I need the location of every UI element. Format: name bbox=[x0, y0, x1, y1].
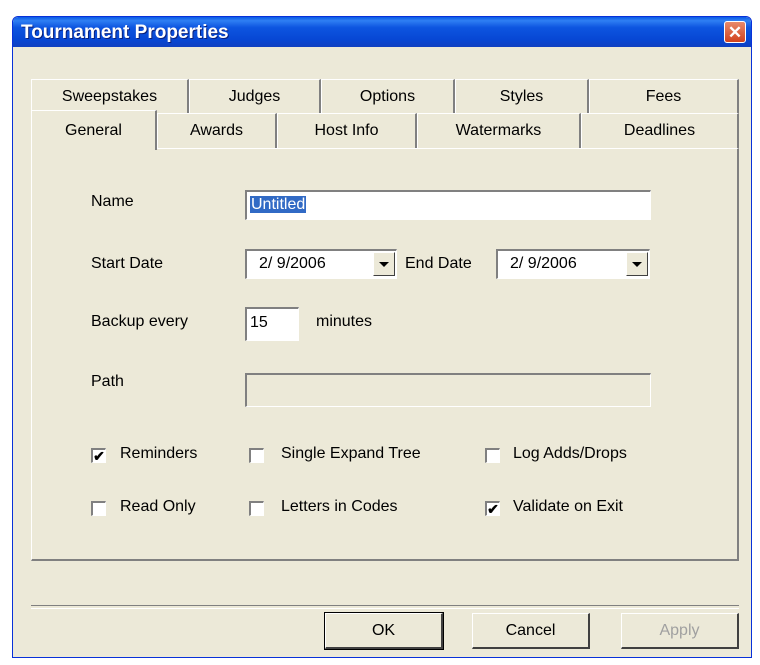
tab-host-info[interactable]: Host Info bbox=[277, 113, 417, 148]
tab-awards[interactable]: Awards bbox=[157, 113, 277, 148]
footer-separator bbox=[31, 605, 739, 609]
tab-sweepstakes[interactable]: Sweepstakes bbox=[31, 79, 189, 113]
dialog-window: Tournament Properties ✕ Sweepstakes Judg… bbox=[12, 16, 752, 658]
close-icon: ✕ bbox=[727, 23, 743, 42]
cancel-button[interactable]: Cancel bbox=[472, 613, 590, 649]
ok-button[interactable]: OK bbox=[324, 612, 444, 650]
tab-deadlines[interactable]: Deadlines bbox=[581, 113, 739, 148]
tab-options[interactable]: Options bbox=[321, 79, 455, 113]
dialog-title: Tournament Properties bbox=[21, 22, 229, 43]
tab-general[interactable]: General bbox=[31, 110, 157, 150]
title-bar[interactable]: Tournament Properties ✕ bbox=[13, 17, 751, 47]
tab-styles[interactable]: Styles bbox=[455, 79, 589, 113]
apply-button: Apply bbox=[621, 613, 739, 649]
tab-watermarks[interactable]: Watermarks bbox=[417, 113, 581, 148]
tab-panel-general bbox=[31, 148, 739, 561]
close-button[interactable]: ✕ bbox=[724, 21, 746, 43]
tab-judges[interactable]: Judges bbox=[189, 79, 321, 113]
tab-fees[interactable]: Fees bbox=[589, 79, 739, 113]
